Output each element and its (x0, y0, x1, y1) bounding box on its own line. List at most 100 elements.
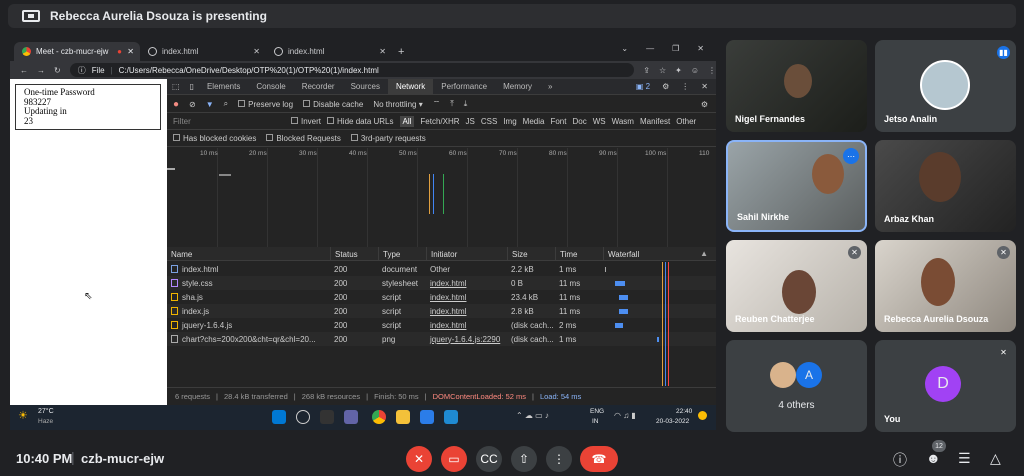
col-name[interactable]: Name (167, 247, 330, 261)
more-options-icon[interactable]: ⋮ (681, 82, 689, 91)
col-time[interactable]: Time (555, 247, 603, 261)
end-call-button[interactable]: ☎ (580, 446, 618, 472)
star-icon[interactable]: ☆ (659, 66, 666, 75)
camera-toggle-button[interactable]: ▭ (441, 446, 467, 472)
blocked-requests-checkbox[interactable]: Blocked Requests (266, 133, 341, 143)
invert-checkbox[interactable]: Invert (291, 116, 321, 126)
notification-icon[interactable] (698, 411, 707, 420)
menu-icon[interactable]: ⋮ (708, 66, 716, 75)
tab-memory[interactable]: Memory (495, 79, 540, 95)
device-toggle-icon[interactable]: ▯ (185, 82, 199, 91)
table-row[interactable]: index.js 200 script index.html 2.8 kB 11 ms (167, 304, 716, 318)
network-settings-icon[interactable]: ⚙ (701, 100, 708, 109)
share-icon[interactable]: ⇪ (643, 66, 650, 75)
tray-icons[interactable]: ⌃ ☁ ▭ ♪ (516, 411, 549, 420)
region-label[interactable]: IN (592, 418, 599, 425)
present-button[interactable]: ⇧ (511, 446, 537, 472)
table-row[interactable]: index.html 200 document Other 2.2 kB 1 ms (167, 262, 716, 276)
tab-network[interactable]: Network (387, 78, 434, 95)
record-icon[interactable]: ● (173, 99, 179, 110)
participant-tile[interactable]: ▮▮ Jetso Analin (875, 40, 1016, 132)
browser-tab-index-1[interactable]: index.html ✕ (140, 42, 266, 61)
activities-icon[interactable]: △ (990, 450, 1001, 467)
type-fetch[interactable]: Fetch/XHR (420, 117, 459, 126)
network-tray-icon[interactable]: ◠ ♫ ▮ (614, 411, 636, 420)
tab-performance[interactable]: Performance (433, 79, 495, 95)
browser-tab-index-2[interactable]: index.html ✕ (266, 42, 392, 61)
type-css[interactable]: CSS (481, 117, 497, 126)
url-field[interactable]: ⓘ File | C:/Users/Rebecca/OneDrive/Deskt… (69, 63, 635, 77)
chrome-taskbar-icon[interactable] (372, 410, 386, 424)
type-js[interactable]: JS (466, 117, 475, 126)
disable-cache-checkbox[interactable]: Disable cache (303, 99, 363, 109)
close-icon[interactable]: ✕ (127, 47, 134, 56)
cell-initiator[interactable]: index.html (426, 304, 507, 318)
extensions-icon[interactable]: ✦ (675, 66, 682, 75)
filter-icon[interactable]: ▼ (206, 100, 214, 109)
tab-recorder[interactable]: Recorder (294, 79, 343, 95)
third-party-checkbox[interactable]: 3rd-party requests (350, 133, 426, 143)
close-devtools-icon[interactable]: ✕ (701, 82, 708, 91)
meeting-info-icon[interactable]: ⓘ (893, 450, 907, 470)
self-tile[interactable]: D ✕ You (875, 340, 1016, 432)
participant-tile[interactable]: ⋯ Sahil Nirkhe (726, 140, 867, 232)
issues-badge[interactable]: ▣ 2 (636, 82, 650, 91)
table-row[interactable]: style.css 200 stylesheet index.html 0 B 11 ms (167, 276, 716, 290)
type-all[interactable]: All (399, 115, 415, 127)
filter-input[interactable]: Filter (173, 117, 285, 126)
cell-initiator[interactable]: jquery-1.6.4.js:2290 (426, 332, 507, 346)
participant-tile[interactable]: ✕ Reuben Chatterjee (726, 240, 867, 332)
type-manifest[interactable]: Manifest (640, 117, 670, 126)
windows-start-icon[interactable] (272, 410, 286, 424)
search-taskbar-icon[interactable] (296, 410, 310, 424)
browser-tab-meet[interactable]: Meet - czb-mucr-ejw ● ✕ (14, 42, 140, 61)
throttling-select[interactable]: No throttling ▾ (373, 100, 422, 109)
participant-tile[interactable]: Nigel Fernandes (726, 40, 867, 132)
close-icon[interactable]: ✕ (379, 47, 386, 56)
col-initiator[interactable]: Initiator (426, 247, 507, 261)
teams-icon[interactable] (344, 410, 358, 424)
table-row[interactable]: jquery-1.6.4.js 200 script index.html (disk … (167, 318, 716, 332)
profile-icon[interactable]: ☺ (691, 66, 699, 75)
wifi-icon[interactable]: ⌔ (433, 99, 441, 109)
tab-elements[interactable]: Elements (199, 79, 248, 95)
preserve-log-checkbox[interactable]: Preserve log (238, 99, 293, 109)
settings-icon[interactable]: ⚙ (662, 82, 669, 91)
todo-icon[interactable] (420, 410, 434, 424)
reload-icon[interactable]: ↻ (54, 66, 61, 75)
forward-icon[interactable]: → (37, 66, 45, 75)
blocked-cookies-checkbox[interactable]: Has blocked cookies (173, 133, 256, 143)
type-wasm[interactable]: Wasm (612, 117, 634, 126)
window-close-icon[interactable]: ✕ (697, 44, 704, 53)
task-view-icon[interactable] (320, 410, 334, 424)
close-icon[interactable]: ✕ (253, 47, 260, 56)
search-icon[interactable]: ⌕ (224, 99, 228, 109)
type-img[interactable]: Img (503, 117, 516, 126)
tab-console[interactable]: Console (248, 79, 293, 95)
type-font[interactable]: Font (550, 117, 566, 126)
cell-initiator[interactable]: index.html (426, 290, 507, 304)
table-row[interactable]: sha.js 200 script index.html 23.4 kB 11 ms (167, 290, 716, 304)
col-size[interactable]: Size (507, 247, 555, 261)
tab-search-icon[interactable]: ⌄ (621, 44, 628, 53)
type-ws[interactable]: WS (593, 117, 606, 126)
import-icon[interactable]: ⤒ (450, 99, 454, 109)
inspect-icon[interactable]: ⬚ (167, 82, 185, 91)
col-waterfall[interactable]: Waterfall (603, 247, 716, 261)
hide-data-urls-checkbox[interactable]: Hide data URLs (327, 116, 394, 126)
more-options-icon[interactable]: ⋯ (843, 148, 859, 164)
export-icon[interactable]: ⤓ (464, 99, 468, 109)
others-tile[interactable]: A 4 others (726, 340, 867, 432)
cell-initiator[interactable]: Other (426, 262, 507, 276)
more-tabs-button[interactable]: » (540, 79, 560, 95)
chat-icon[interactable]: ☰ (958, 450, 971, 467)
more-options-button[interactable]: ⋮ (546, 446, 572, 472)
back-icon[interactable]: ← (20, 66, 28, 75)
clear-icon[interactable]: ⊘ (189, 100, 196, 109)
participant-tile[interactable]: Arbaz Khan (875, 140, 1016, 232)
table-row[interactable]: chart?chs=200x200&cht=qr&chl=20... 200 png… (167, 332, 716, 346)
participant-tile[interactable]: ✕ Rebecca Aurelia Dsouza (875, 240, 1016, 332)
mic-toggle-button[interactable]: ✕ (406, 446, 432, 472)
col-type[interactable]: Type (378, 247, 426, 261)
type-other[interactable]: Other (676, 117, 696, 126)
